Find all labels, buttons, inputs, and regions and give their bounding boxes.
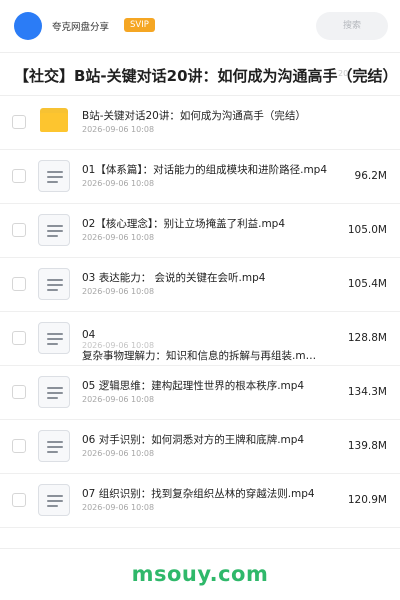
document-icon — [38, 484, 70, 516]
select-checkbox[interactable] — [12, 169, 26, 183]
document-icon — [38, 160, 70, 192]
select-checkbox[interactable] — [12, 439, 26, 453]
file-date: 2026-09-06 10:08 — [82, 449, 155, 458]
select-checkbox[interactable] — [12, 223, 26, 237]
select-checkbox[interactable] — [12, 277, 26, 291]
document-icon — [38, 376, 70, 408]
file-name: 07 组织识别：找到复杂组织丛林的穿越法则.mp4 — [82, 488, 315, 500]
file-size: 128.8M — [347, 332, 387, 344]
file-size: 134.3M — [347, 386, 387, 398]
file-name: 02【核心理念】：别让立场掩盖了利益.mp4 — [82, 218, 286, 230]
file-date: 2026-09-06 10:08 — [82, 395, 155, 404]
file-date: 2026-09-06 10:08 — [82, 179, 155, 188]
list-item[interactable]: 02【核心理念】：别让立场掩盖了利益.mp4 2026-09-06 10:08 … — [0, 204, 400, 258]
file-date: 2026-09-06 10:08 — [82, 503, 155, 512]
file-name: B站-关键对话20讲：如何成为沟通高手（完结） — [82, 110, 306, 122]
file-name: 04 — [82, 329, 96, 341]
file-name: 03 表达能力： 会说的关键在会听.mp4 — [82, 272, 266, 284]
list-item[interactable]: 01【体系篇】：对话能力的组成模块和进阶路径.mp4 2026-09-06 10… — [0, 150, 400, 204]
owner-name[interactable]: 夸克网盘分享 — [52, 19, 109, 33]
file-size: 96.2M — [354, 170, 387, 182]
select-checkbox[interactable] — [12, 115, 26, 129]
file-name: 05 逻辑思维：建构起理性世界的根本秩序.mp4 — [82, 380, 305, 392]
file-size: 105.4M — [347, 278, 387, 290]
file-name-line2: 复杂事物理解力：知识和信息的拆解与再组装.m… — [82, 350, 317, 362]
footer-divider — [0, 548, 400, 549]
file-name: 06 对手识别：如何洞悉对方的王牌和底牌.mp4 — [82, 434, 305, 446]
file-size: 120.9M — [347, 494, 387, 506]
share-header: 夸克网盘分享 SVIP 搜索 — [0, 0, 400, 52]
list-item[interactable]: B站-关键对话20讲：如何成为沟通高手（完结） 2026-09-06 10:08 — [0, 96, 400, 150]
select-checkbox[interactable] — [12, 331, 26, 345]
file-date: 2026-09-06 10:08 — [82, 125, 155, 134]
document-icon — [38, 268, 70, 300]
file-size: 139.8M — [347, 440, 387, 452]
list-item[interactable]: 04 2026-09-06 10:08 复杂事物理解力：知识和信息的拆解与再组装… — [0, 312, 400, 366]
file-name: 01【体系篇】：对话能力的组成模块和进阶路径.mp4 — [82, 164, 328, 176]
document-icon — [38, 430, 70, 462]
folder-icon — [40, 108, 68, 132]
title-overlap-text: 20 — [338, 69, 349, 78]
select-checkbox[interactable] — [12, 385, 26, 399]
svip-badge: SVIP — [124, 18, 155, 32]
folder-title-bar: 【社交】B站-关键对话20讲：如何成为沟通高手（完结） 20 — [0, 52, 400, 96]
file-size: 105.0M — [347, 224, 387, 236]
search-input[interactable]: 搜索 — [316, 12, 388, 40]
list-item[interactable]: 06 对手识别：如何洞悉对方的王牌和底牌.mp4 2026-09-06 10:0… — [0, 420, 400, 474]
list-item[interactable]: 03 表达能力： 会说的关键在会听.mp4 2026-09-06 10:08 1… — [0, 258, 400, 312]
list-item[interactable]: 05 逻辑思维：建构起理性世界的根本秩序.mp4 2026-09-06 10:0… — [0, 366, 400, 420]
watermark-text: msouy.com — [131, 562, 269, 586]
list-item[interactable]: 07 组织识别：找到复杂组织丛林的穿越法则.mp4 2026-09-06 10:… — [0, 474, 400, 528]
avatar[interactable] — [14, 12, 42, 40]
select-checkbox[interactable] — [12, 493, 26, 507]
document-icon — [38, 214, 70, 246]
document-icon — [38, 322, 70, 354]
file-date: 2026-09-06 10:08 — [82, 287, 155, 296]
file-date: 2026-09-06 10:08 — [82, 233, 155, 242]
